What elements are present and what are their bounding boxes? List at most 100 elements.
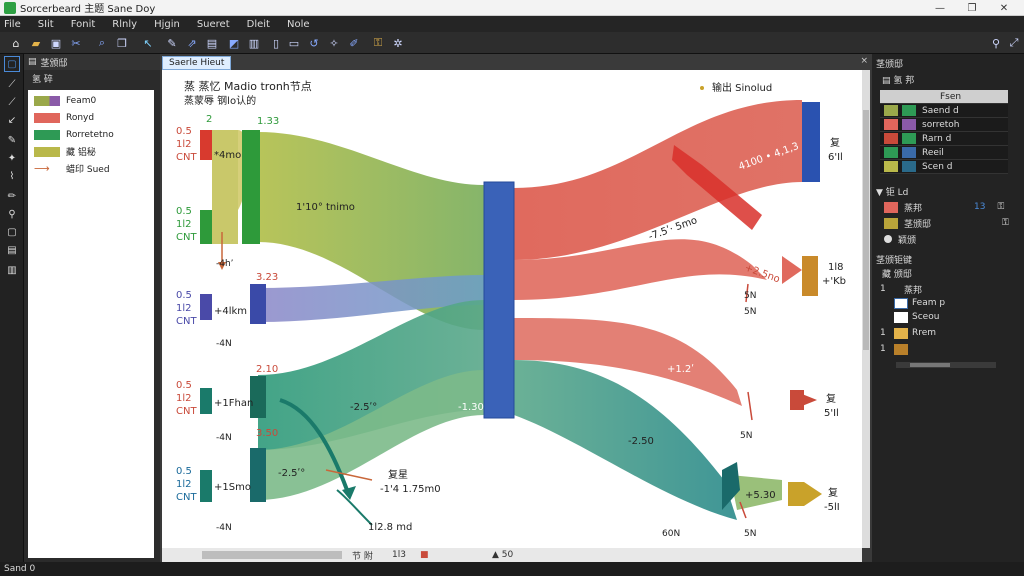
color-swatch[interactable] [884,217,898,229]
scroll-thumb[interactable] [202,551,342,559]
maximize-button[interactable]: ❐ [956,0,988,16]
scroll-thumb[interactable] [863,110,869,350]
list-item[interactable]: Feam p [880,296,1010,310]
legend-item[interactable]: 藏 铝秘 [28,143,154,160]
target-label: 1l8 [828,262,844,273]
flow-label: +1.5no [752,396,789,407]
list-item[interactable]: 1 [880,342,1010,356]
tab-close-icon[interactable]: × [860,56,868,66]
stack-tool-icon[interactable]: ▤ [4,242,20,258]
color-table: Fsen Saend d sorretoh Rarn d Reeil Scen … [880,90,1008,174]
document-tab[interactable]: Saerle Hieut [162,56,232,70]
bucket-icon[interactable]: ◩ [226,35,242,51]
pen-icon[interactable]: ✎ [164,35,180,51]
list-item[interactable]: 1 蒸邦 [880,282,1010,296]
list-item[interactable]: 蒸邦 13 ⚿ [880,200,1010,214]
scroll-thumb[interactable] [910,363,950,367]
menu-help[interactable]: Hjgin [154,19,180,30]
color-swatch[interactable] [902,161,916,172]
menu-format[interactable]: Fonit [71,19,96,30]
close-button[interactable]: ✕ [988,0,1020,16]
legend-item[interactable]: Ronyd [28,109,154,126]
open-folder-icon[interactable]: ▰ [28,35,44,51]
color-swatch[interactable] [894,297,908,309]
link-icon[interactable]: ⇗ [184,35,200,51]
table-row[interactable]: sorretoh [880,118,1008,132]
color-swatch[interactable] [884,201,898,213]
menu-delete[interactable]: Dleit [247,19,270,30]
node-rect [250,448,266,502]
table-row[interactable]: Reeil [880,146,1008,160]
color-swatch[interactable] [894,311,908,323]
menu-search[interactable]: Sueret [197,19,230,30]
brush-icon[interactable]: ✐ [346,35,362,51]
pen-tool-icon[interactable]: ⟋ [4,94,20,110]
pin-icon[interactable]: ⚲ [988,35,1004,51]
color-swatch[interactable] [902,119,916,130]
table-row[interactable]: Rarn d [880,132,1008,146]
legend-panel-header: ▤ 茎颁邸 [24,54,160,70]
color-swatch[interactable] [884,119,898,130]
marker-tool-icon[interactable]: ✏ [4,188,20,204]
pencil-tool-icon[interactable]: ✎ [4,132,20,148]
minimize-button[interactable]: — [924,0,956,16]
list-item[interactable]: 1 Rrem [880,326,1010,340]
pointer-icon[interactable]: ↖ [140,35,156,51]
color-swatch[interactable] [884,105,898,116]
menu-edit[interactable]: SIit [38,19,54,30]
lock-icon[interactable]: ⚿ [1002,218,1009,228]
menu-note[interactable]: Nole [287,19,310,30]
home-icon[interactable]: ⌂ [8,35,24,51]
color-swatch[interactable] [902,133,916,144]
rect-tool-icon[interactable]: ▢ [4,224,20,240]
wand-icon[interactable]: ✧ [326,35,342,51]
list-item[interactable]: 茎颁邸 ⚿ [880,216,1010,230]
legend-item[interactable]: ⟶ 蜡印 Sued [28,160,154,177]
search-icon[interactable]: ⌕ [94,35,110,51]
cut-icon[interactable]: ✂ [68,35,84,51]
small-label: -4hʼ [216,259,234,269]
panel-menu-icon[interactable]: ▤ [28,57,37,67]
paste-icon[interactable]: ▤ [204,35,220,51]
panel-scrollbar[interactable] [896,362,996,368]
color-swatch[interactable] [894,327,908,339]
copy-icon[interactable]: ❐ [114,35,130,51]
star-tool-icon[interactable]: ✦ [4,150,20,166]
horizontal-scrollbar[interactable]: 节 附 1l3 ■ ▲ 50 [162,548,862,562]
legend-label: Ronyd [66,112,95,123]
menu-file[interactable]: File [4,19,21,30]
node-tool-icon[interactable]: ⚲ [4,206,20,222]
table-row[interactable]: Saend d [880,104,1008,118]
color-swatch[interactable] [902,147,916,158]
table-row[interactable]: Scen d [880,160,1008,174]
list-item[interactable]: 颖颁 [880,232,1010,246]
color-swatch[interactable] [902,105,916,116]
vertical-scrollbar[interactable] [862,70,870,548]
save-icon[interactable]: ▣ [48,35,64,51]
expand-icon[interactable]: ⤢ [1006,35,1022,51]
arrow-tool-icon[interactable]: ↙ [4,112,20,128]
menu-reply[interactable]: Rlnly [112,19,137,30]
undo-icon[interactable]: ↺ [306,35,322,51]
frame-icon[interactable]: ▭ [286,35,302,51]
clipboard-tool-icon[interactable]: ▥ [4,262,20,278]
bezier-tool-icon[interactable]: ⌇ [4,168,20,184]
color-swatch[interactable] [884,235,892,243]
line-tool-icon[interactable]: ⟋ [4,76,20,92]
settings-icon[interactable]: ✲ [390,35,406,51]
color-swatch[interactable] [884,147,898,158]
color-swatch[interactable] [884,133,898,144]
color-swatch[interactable] [894,343,908,355]
small-label: -4N [216,433,232,443]
annotation-label: -1'4 1.75m0 [380,484,441,495]
lock-icon[interactable]: ⚿ [997,202,1004,212]
key-icon[interactable]: ⚿ [370,35,386,51]
select-tool-icon[interactable]: ▢ [4,56,20,72]
page-icon[interactable]: ▯ [268,35,284,51]
layers-icon[interactable]: ▥ [246,35,262,51]
color-swatch[interactable] [884,161,898,172]
node-label: CNT [176,152,197,163]
list-item[interactable]: Sceou [880,310,1010,324]
legend-item[interactable]: Feam0 [28,92,154,109]
legend-item[interactable]: Rorretetno [28,126,154,143]
